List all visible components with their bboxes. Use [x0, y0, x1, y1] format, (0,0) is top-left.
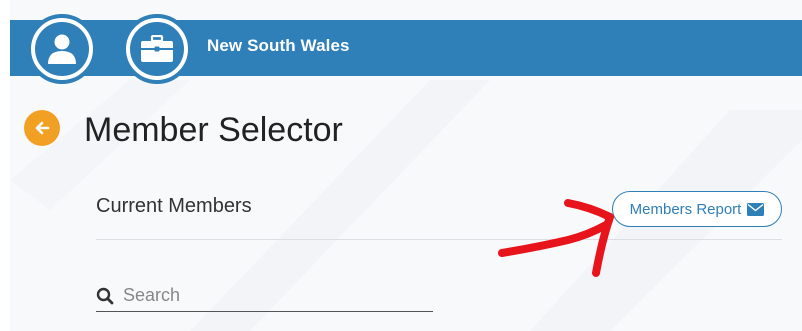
- header-title: New South Wales: [207, 36, 350, 55]
- briefcase-icon-background: [130, 22, 184, 76]
- back-button[interactable]: [24, 110, 60, 146]
- red-arrow-annotation: [498, 199, 614, 277]
- members-report-button[interactable]: Members Report: [612, 191, 782, 227]
- user-icon-background: [35, 22, 89, 76]
- search-input[interactable]: [123, 285, 423, 306]
- members-report-label: Members Report: [629, 200, 742, 218]
- envelope-icon: [747, 202, 765, 216]
- page-left-margin: [0, 0, 10, 331]
- user-icon: [48, 34, 76, 64]
- user-profile-button[interactable]: [27, 14, 97, 84]
- section-divider: [96, 239, 782, 240]
- briefcase-button[interactable]: [122, 14, 192, 84]
- briefcase-icon: [141, 35, 173, 62]
- current-members-heading: Current Members: [96, 195, 252, 217]
- page-title: Member Selector: [84, 111, 343, 149]
- search-icon: [96, 285, 118, 307]
- back-arrow-icon: [35, 121, 50, 135]
- search-field[interactable]: [96, 280, 433, 312]
